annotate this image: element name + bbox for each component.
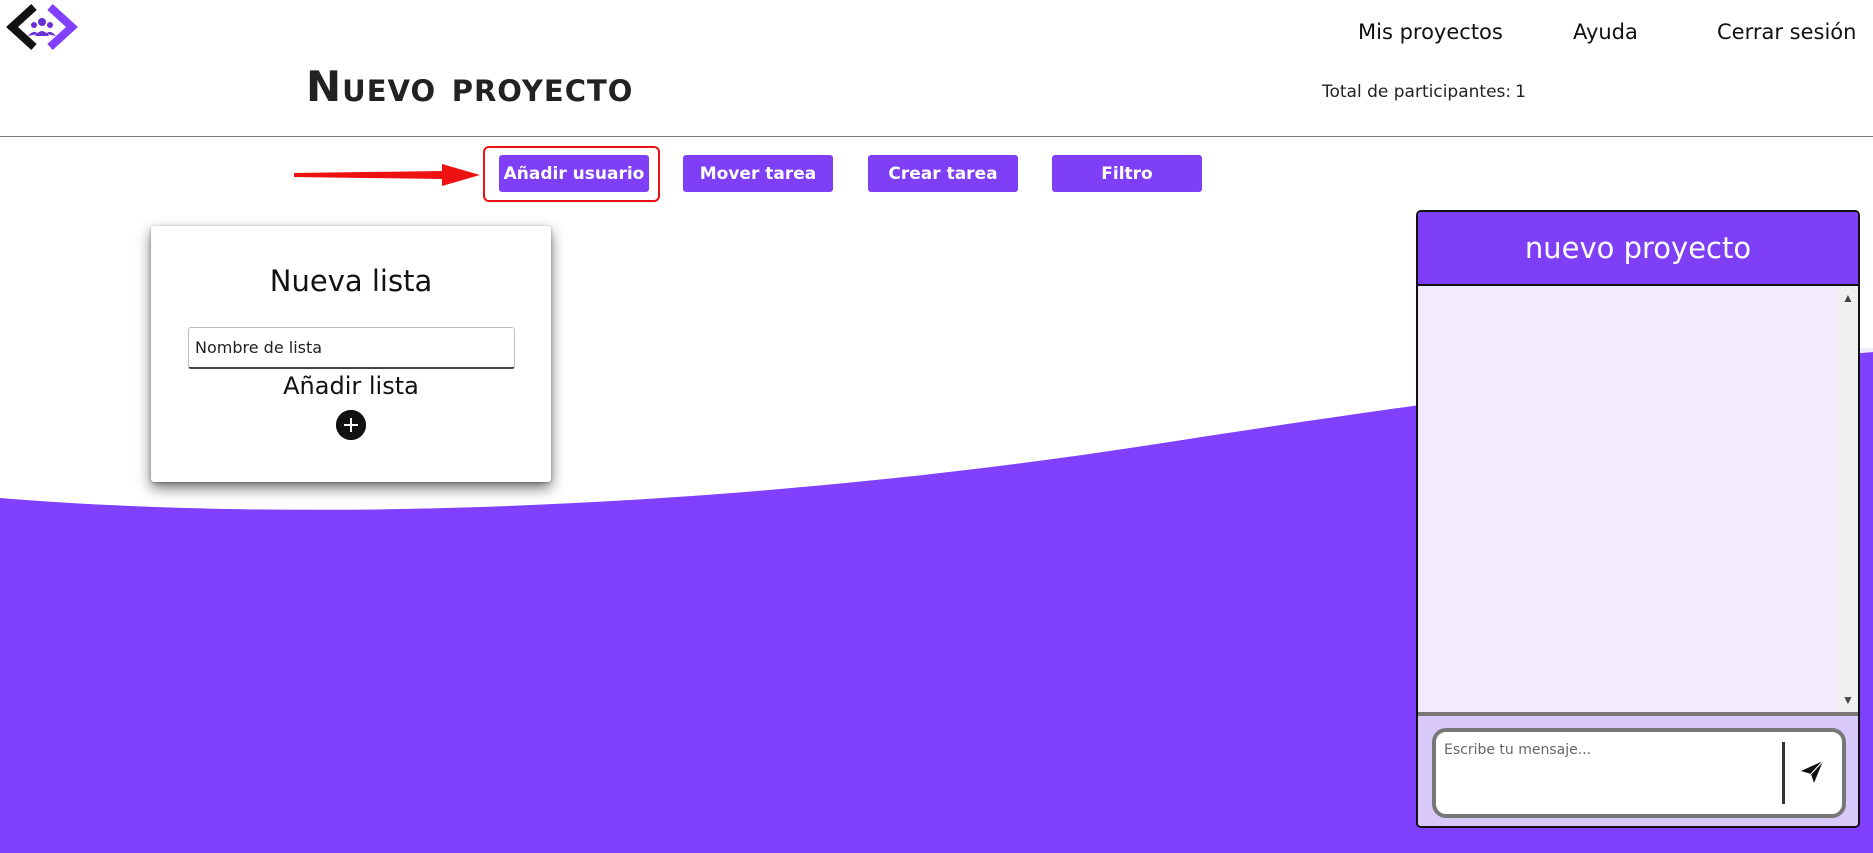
- filter-button[interactable]: Filtro: [1052, 155, 1202, 192]
- participants-count: Total de participantes: 1: [1322, 82, 1526, 102]
- chat-panel: nuevo proyecto ▲ ▼: [1416, 210, 1860, 828]
- chat-messages[interactable]: ▲ ▼: [1418, 286, 1858, 716]
- new-list-card: Nueva lista Añadir lista: [151, 226, 551, 482]
- message-box: [1432, 728, 1846, 818]
- chat-scrollbar[interactable]: ▲ ▼: [1838, 286, 1858, 712]
- nav-link-mis-proyectos[interactable]: Mis proyectos: [1358, 20, 1503, 44]
- scroll-down-icon[interactable]: ▼: [1838, 690, 1858, 710]
- highlight-box: [483, 146, 660, 202]
- scroll-up-icon[interactable]: ▲: [1838, 288, 1858, 308]
- page-title: Nuevo proyecto: [306, 62, 634, 111]
- header-divider: [0, 136, 1873, 137]
- page: Mis proyectos Ayuda Cerrar sesión Nuevo …: [0, 0, 1873, 853]
- create-task-button[interactable]: Crear tarea: [868, 155, 1018, 192]
- app-logo-icon[interactable]: [6, 4, 78, 50]
- chat-footer: [1418, 716, 1858, 826]
- list-name-input[interactable]: [188, 327, 515, 369]
- plus-circle-icon[interactable]: [336, 410, 366, 440]
- participants-value: 1: [1515, 82, 1526, 102]
- message-input[interactable]: [1444, 742, 1774, 802]
- move-task-button[interactable]: Mover tarea: [683, 155, 833, 192]
- nav-link-ayuda[interactable]: Ayuda: [1573, 20, 1638, 44]
- message-divider: [1782, 742, 1785, 804]
- add-list-label[interactable]: Añadir lista: [151, 372, 551, 400]
- send-icon[interactable]: [1798, 758, 1826, 786]
- participants-label: Total de participantes:: [1322, 82, 1512, 102]
- nav-link-cerrar-sesion[interactable]: Cerrar sesión: [1717, 20, 1856, 44]
- new-list-title: Nueva lista: [269, 264, 433, 298]
- chat-title: nuevo proyecto: [1418, 212, 1858, 286]
- annotation-arrow-icon: [294, 164, 480, 186]
